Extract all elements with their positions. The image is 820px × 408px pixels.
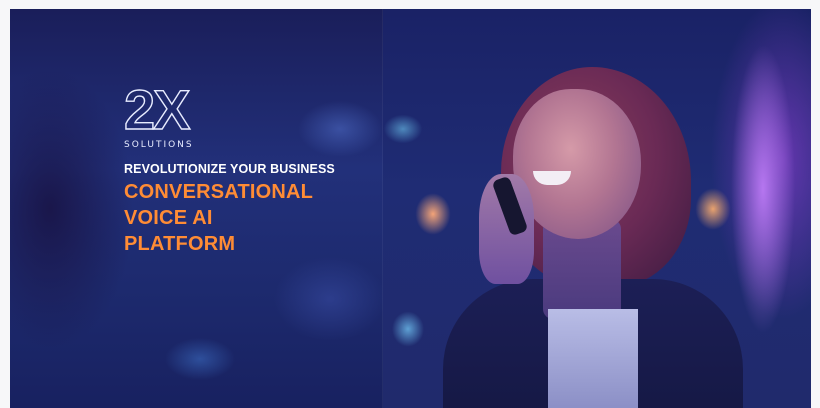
woman-on-phone-photo: [383, 9, 811, 408]
hero-banner: 2X SOLUTIONS REVOLUTIONIZE YOUR BUSINESS…: [10, 9, 811, 408]
logo-subtitle: SOLUTIONS: [124, 140, 194, 150]
brand-logo[interactable]: 2X SOLUTIONS: [123, 78, 224, 150]
headline-line: PLATFORM: [124, 233, 236, 255]
logo-mark: 2X: [123, 78, 191, 141]
headline-line: VOICE AI: [124, 207, 213, 229]
panel-divider: [382, 9, 383, 408]
headline-line: CONVERSATIONAL: [124, 181, 314, 203]
hero-eyebrow: REVOLUTIONIZE YOUR BUSINESS: [124, 162, 335, 176]
photo-blouse: [548, 309, 638, 408]
hero-headline: CONVERSATIONAL VOICE AI PLATFORM: [124, 179, 313, 257]
hero-photo: [383, 9, 811, 408]
